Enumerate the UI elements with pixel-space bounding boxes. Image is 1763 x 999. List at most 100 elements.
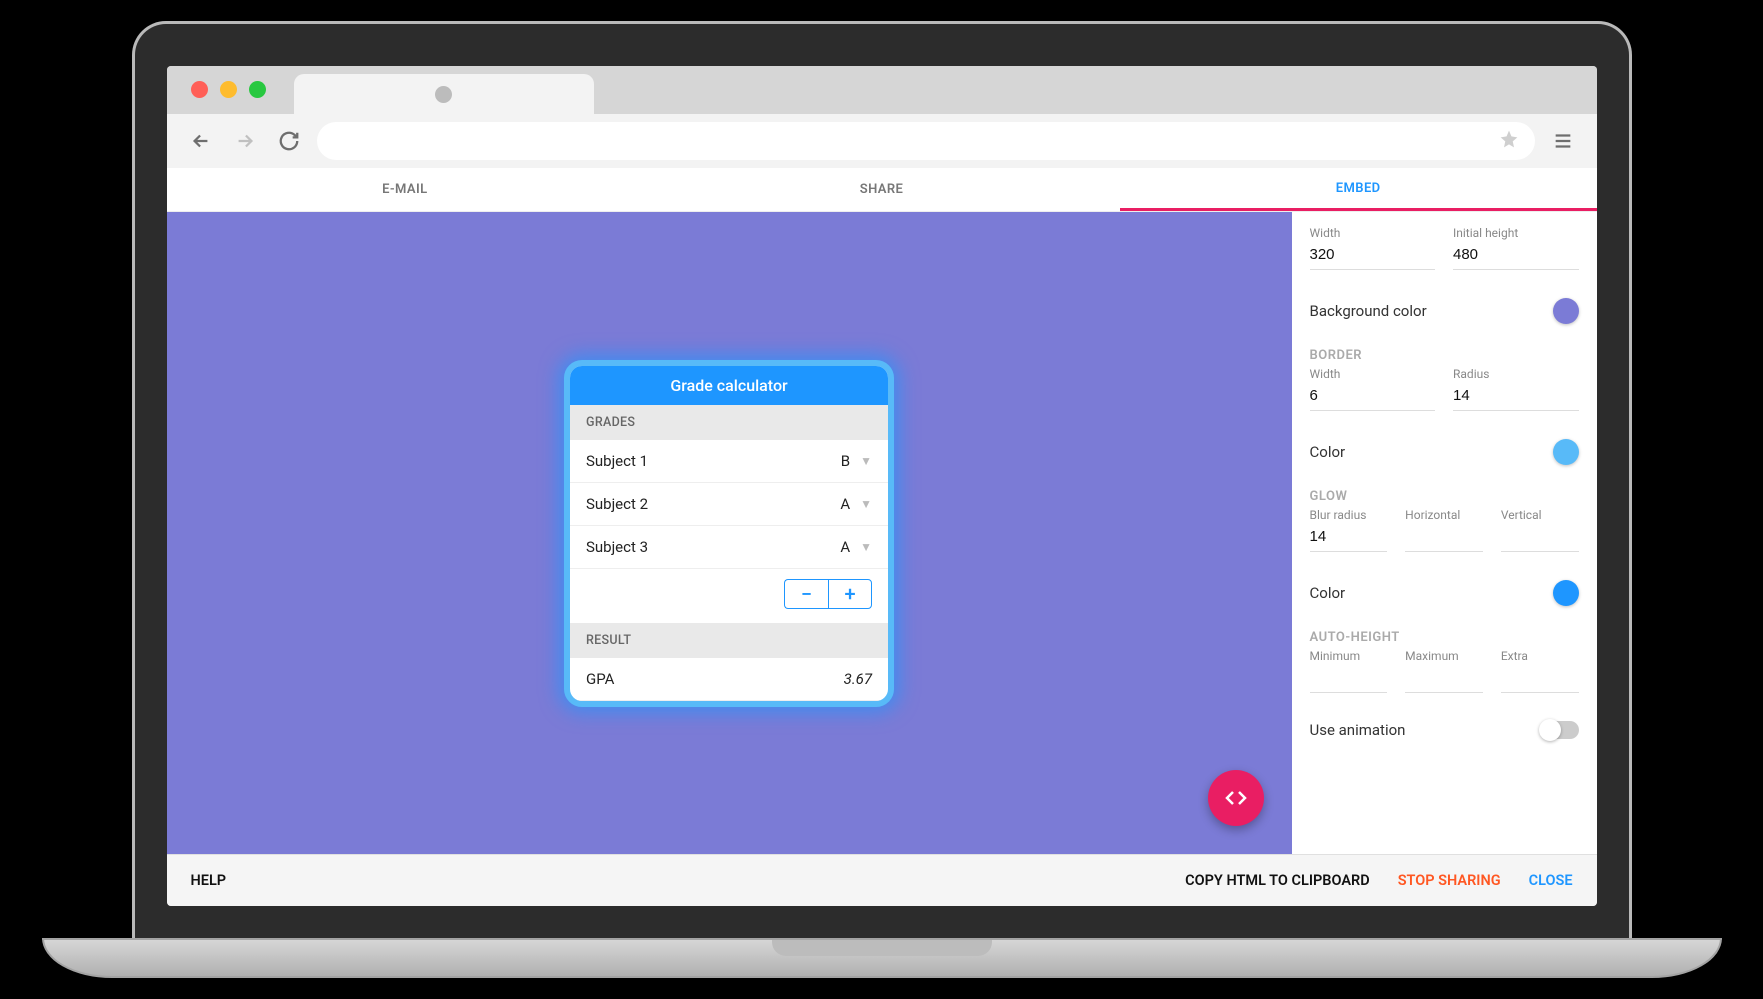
- settings-panel: Width Initial height Background color BO…: [1292, 212, 1597, 854]
- glow-color-row: Color: [1310, 570, 1579, 616]
- background-color-label: Background color: [1310, 302, 1427, 320]
- background-color-row: Background color: [1310, 288, 1579, 334]
- browser-tab-bar: [167, 66, 1597, 114]
- glow-group-label: GLOW: [1310, 475, 1579, 508]
- forward-icon[interactable]: [229, 125, 261, 157]
- subject-row[interactable]: Subject 3 A ▼: [570, 526, 888, 569]
- chevron-down-icon: ▼: [860, 497, 872, 511]
- tab-share-label: SHARE: [860, 182, 904, 197]
- border-radius-field: Radius: [1453, 367, 1579, 411]
- ah-max-field: Maximum: [1405, 649, 1483, 693]
- main-area: Grade calculator GRADES Subject 1 B ▼ Su…: [167, 212, 1597, 854]
- code-icon: [1224, 786, 1248, 810]
- use-animation-label: Use animation: [1310, 721, 1406, 739]
- stop-sharing-button[interactable]: STOP SHARING: [1398, 872, 1501, 889]
- glow-horizontal-field: Horizontal: [1405, 508, 1483, 552]
- ah-min-field: Minimum: [1310, 649, 1388, 693]
- laptop-notch: [772, 940, 992, 956]
- ah-max-label: Maximum: [1405, 649, 1483, 663]
- glow-vertical-input[interactable]: [1501, 526, 1579, 552]
- subject-row[interactable]: Subject 2 A ▼: [570, 483, 888, 526]
- use-animation-toggle[interactable]: [1541, 721, 1579, 739]
- maximize-window-icon[interactable]: [249, 81, 266, 98]
- copy-html-button[interactable]: COPY HTML TO CLIPBOARD: [1185, 872, 1370, 889]
- glow-blur-input[interactable]: [1310, 526, 1388, 552]
- add-subject-button[interactable]: +: [828, 579, 872, 609]
- background-color-swatch[interactable]: [1553, 298, 1579, 324]
- subject-grade: A: [840, 495, 850, 513]
- laptop-bezel: E-MAIL SHARE EMBED Grade calculator GRAD…: [132, 21, 1632, 938]
- subject-name: Subject 2: [586, 495, 648, 513]
- laptop-frame: E-MAIL SHARE EMBED Grade calculator GRAD…: [132, 21, 1632, 978]
- widget-title: Grade calculator: [570, 366, 888, 405]
- glow-blur-field: Blur radius: [1310, 508, 1388, 552]
- tab-email-label: E-MAIL: [382, 182, 427, 197]
- border-width-label: Width: [1310, 367, 1436, 381]
- subject-row[interactable]: Subject 1 B ▼: [570, 440, 888, 483]
- embed-preview: Grade calculator GRADES Subject 1 B ▼ Su…: [167, 212, 1292, 854]
- tab-share[interactable]: SHARE: [643, 168, 1120, 211]
- autoheight-group-label: AUTO-HEIGHT: [1310, 616, 1579, 649]
- glow-color-label: Color: [1310, 584, 1346, 602]
- browser-toolbar: [167, 114, 1597, 168]
- ah-extra-input[interactable]: [1501, 667, 1579, 693]
- glow-horizontal-input[interactable]: [1405, 526, 1483, 552]
- border-radius-label: Radius: [1453, 367, 1579, 381]
- close-button[interactable]: CLOSE: [1529, 872, 1573, 889]
- close-label: CLOSE: [1529, 872, 1573, 889]
- window-controls: [191, 81, 294, 114]
- minimize-window-icon[interactable]: [220, 81, 237, 98]
- bookmark-star-icon[interactable]: [1499, 129, 1519, 153]
- tab-favicon-placeholder: [435, 86, 452, 103]
- gpa-value: 3.67: [844, 670, 872, 688]
- initial-height-label: Initial height: [1453, 226, 1579, 240]
- calculator-widget: Grade calculator GRADES Subject 1 B ▼ Su…: [564, 360, 894, 707]
- border-radius-input[interactable]: [1453, 385, 1579, 411]
- ah-extra-field: Extra: [1501, 649, 1579, 693]
- reload-icon[interactable]: [273, 125, 305, 157]
- code-fab-button[interactable]: [1208, 770, 1264, 826]
- subject-name: Subject 3: [586, 538, 648, 556]
- tab-embed[interactable]: EMBED: [1120, 168, 1597, 211]
- help-label: HELP: [191, 872, 227, 889]
- grades-section-label: GRADES: [570, 405, 888, 440]
- laptop-base: [42, 938, 1722, 978]
- initial-height-field: Initial height: [1453, 226, 1579, 270]
- stop-sharing-label: STOP SHARING: [1398, 872, 1501, 889]
- tab-embed-label: EMBED: [1336, 181, 1381, 196]
- hamburger-menu-icon[interactable]: [1547, 125, 1579, 157]
- gpa-label: GPA: [586, 670, 614, 688]
- width-field: Width: [1310, 226, 1436, 270]
- remove-subject-button[interactable]: −: [784, 579, 828, 609]
- border-color-swatch[interactable]: [1553, 439, 1579, 465]
- border-width-field: Width: [1310, 367, 1436, 411]
- footer-bar: HELP COPY HTML TO CLIPBOARD STOP SHARING…: [167, 854, 1597, 906]
- ah-min-label: Minimum: [1310, 649, 1388, 663]
- subject-grade: A: [840, 538, 850, 556]
- copy-html-label: COPY HTML TO CLIPBOARD: [1185, 872, 1370, 889]
- help-button[interactable]: HELP: [191, 872, 227, 889]
- border-color-row: Color: [1310, 429, 1579, 475]
- add-remove-row: − +: [570, 569, 888, 623]
- tab-email[interactable]: E-MAIL: [167, 168, 644, 211]
- initial-height-input[interactable]: [1453, 244, 1579, 270]
- result-section-label: RESULT: [570, 623, 888, 658]
- ah-max-input[interactable]: [1405, 667, 1483, 693]
- ah-extra-label: Extra: [1501, 649, 1579, 663]
- back-icon[interactable]: [185, 125, 217, 157]
- border-width-input[interactable]: [1310, 385, 1436, 411]
- border-group-label: BORDER: [1310, 334, 1579, 367]
- glow-vertical-field: Vertical: [1501, 508, 1579, 552]
- glow-color-swatch[interactable]: [1553, 580, 1579, 606]
- ah-min-input[interactable]: [1310, 667, 1388, 693]
- gpa-row: GPA 3.67: [570, 658, 888, 701]
- subject-name: Subject 1: [586, 452, 648, 470]
- chevron-down-icon: ▼: [860, 540, 872, 554]
- address-bar[interactable]: [317, 122, 1535, 160]
- close-window-icon[interactable]: [191, 81, 208, 98]
- glow-blur-label: Blur radius: [1310, 508, 1388, 522]
- browser-tab[interactable]: [294, 74, 594, 114]
- use-animation-row: Use animation: [1310, 711, 1579, 749]
- glow-horizontal-label: Horizontal: [1405, 508, 1483, 522]
- width-input[interactable]: [1310, 244, 1436, 270]
